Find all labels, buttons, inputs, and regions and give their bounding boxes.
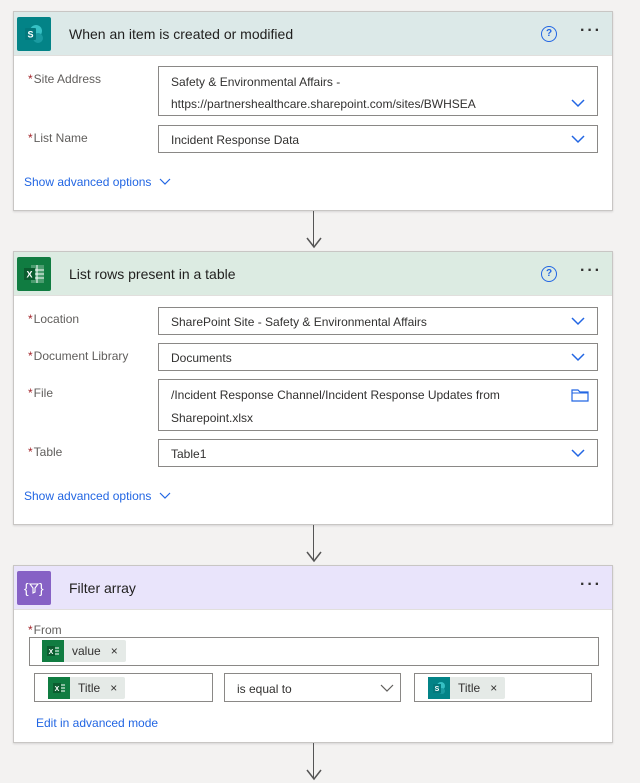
- condition-left-field[interactable]: X Title ×: [34, 673, 213, 702]
- operator-dropdown[interactable]: is equal to: [224, 673, 401, 702]
- title-token-label: Title: [78, 681, 101, 695]
- svg-text:S: S: [435, 686, 440, 693]
- trigger-title: When an item is created or modified: [69, 26, 294, 42]
- folder-icon[interactable]: [571, 388, 589, 405]
- file-path-line1: /Incident Response Channel/Incident Resp…: [171, 388, 500, 402]
- arrow-down-icon: [306, 237, 322, 249]
- file-path-line2: Sharepoint.xlsx: [171, 411, 254, 425]
- svg-text:}: }: [39, 580, 44, 596]
- more-options-icon[interactable]: ···: [580, 262, 602, 280]
- site-address-label: *Site Address: [28, 72, 102, 86]
- help-icon[interactable]: ?: [541, 26, 557, 42]
- list-name-label: *List Name: [28, 131, 88, 145]
- list-rows-title: List rows present in a table: [69, 266, 236, 282]
- svg-text:X: X: [55, 686, 60, 693]
- value-token-label: value: [72, 644, 101, 658]
- edit-in-advanced-mode-link[interactable]: Edit in advanced mode: [36, 716, 158, 730]
- sharepoint-icon: S: [17, 17, 51, 51]
- chevron-down-icon[interactable]: [571, 134, 585, 144]
- from-field[interactable]: X value ×: [29, 637, 599, 666]
- trigger-card-header[interactable]: S When an item is created or modified ? …: [14, 12, 612, 56]
- trigger-card: S When an item is created or modified ? …: [13, 11, 613, 211]
- filter-array-card: { } Filter array ··· *From X value × X T…: [13, 565, 613, 743]
- filter-array-card-header[interactable]: { } Filter array ···: [14, 566, 612, 610]
- excel-icon: X: [42, 640, 64, 662]
- chevron-down-icon[interactable]: [571, 448, 585, 458]
- chevron-down-icon[interactable]: [571, 316, 585, 326]
- location-field[interactable]: SharePoint Site - Safety & Environmental…: [158, 307, 598, 335]
- help-icon[interactable]: ?: [541, 266, 557, 282]
- document-library-value: Documents: [171, 351, 232, 365]
- location-value: SharePoint Site - Safety & Environmental…: [171, 315, 427, 329]
- svg-text:X: X: [49, 649, 54, 656]
- show-advanced-options-link[interactable]: Show advanced options: [24, 489, 171, 503]
- value-token[interactable]: X value ×: [42, 640, 126, 662]
- remove-token-icon[interactable]: ×: [110, 681, 117, 695]
- arrow-down-icon: [306, 769, 322, 781]
- title-token[interactable]: S Title ×: [428, 677, 506, 699]
- title-token-label: Title: [458, 681, 481, 695]
- condition-right-field[interactable]: S Title ×: [414, 673, 592, 702]
- site-address-field[interactable]: Safety & Environmental Affairs - https:/…: [158, 66, 598, 116]
- chevron-down-icon[interactable]: [571, 98, 585, 108]
- from-label: *From: [28, 623, 62, 637]
- svg-text:{: {: [24, 580, 29, 596]
- location-label: *Location: [28, 312, 80, 326]
- operator-value: is equal to: [237, 682, 292, 696]
- remove-token-icon[interactable]: ×: [111, 644, 118, 658]
- sharepoint-icon: S: [428, 677, 450, 699]
- document-library-field[interactable]: Documents: [158, 343, 598, 371]
- document-library-label: *Document Library: [28, 349, 129, 363]
- show-advanced-options-link[interactable]: Show advanced options: [24, 175, 171, 189]
- chevron-down-icon: [160, 178, 171, 185]
- more-options-icon[interactable]: ···: [580, 22, 602, 40]
- list-rows-card-header[interactable]: X List rows present in a table ? ···: [14, 252, 612, 296]
- svg-text:S: S: [27, 30, 33, 40]
- chevron-down-icon[interactable]: [380, 683, 394, 693]
- filter-array-icon: { }: [17, 571, 51, 605]
- arrow-down-icon: [306, 551, 322, 563]
- site-address-line1: Safety & Environmental Affairs -: [171, 75, 341, 89]
- chevron-down-icon: [160, 492, 171, 499]
- table-field[interactable]: Table1: [158, 439, 598, 467]
- excel-icon: X: [17, 257, 51, 291]
- list-name-value: Incident Response Data: [171, 133, 300, 147]
- svg-text:X: X: [26, 270, 32, 280]
- file-field[interactable]: /Incident Response Channel/Incident Resp…: [158, 379, 598, 431]
- list-rows-card: X List rows present in a table ? ··· *Lo…: [13, 251, 613, 525]
- chevron-down-icon[interactable]: [571, 352, 585, 362]
- list-name-field[interactable]: Incident Response Data: [158, 125, 598, 153]
- file-label: *File: [28, 386, 54, 400]
- title-token[interactable]: X Title ×: [48, 677, 126, 699]
- excel-icon: X: [48, 677, 70, 699]
- site-address-line2: https://partnershealthcare.sharepoint.co…: [171, 97, 476, 111]
- filter-array-title: Filter array: [69, 580, 136, 596]
- table-value: Table1: [171, 447, 207, 461]
- table-label: *Table: [28, 445, 63, 459]
- remove-token-icon[interactable]: ×: [490, 681, 497, 695]
- more-options-icon[interactable]: ···: [580, 576, 602, 594]
